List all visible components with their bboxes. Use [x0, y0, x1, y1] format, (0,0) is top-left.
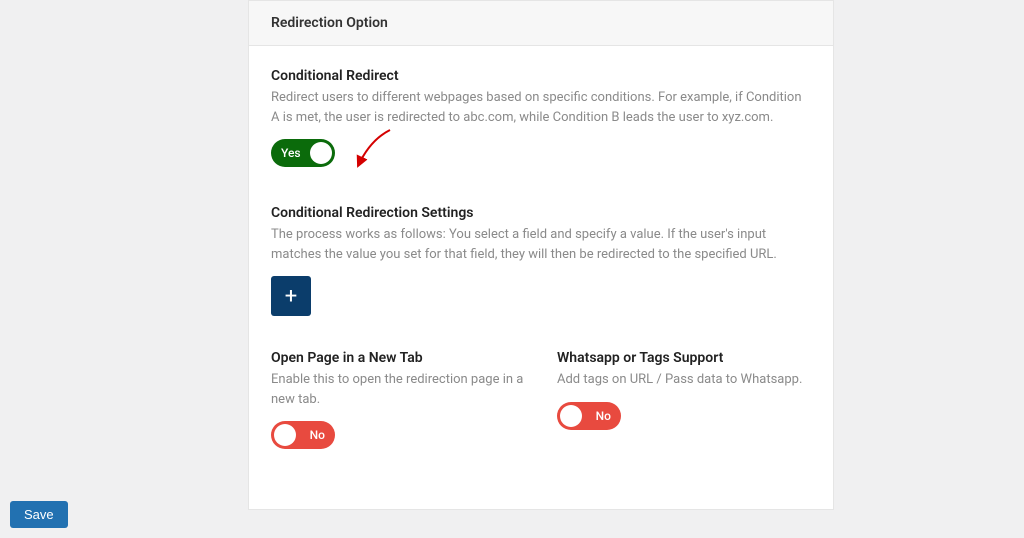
setting-desc: The process works as follows: You select… — [271, 225, 811, 264]
toggle-label: No — [310, 428, 325, 442]
toggle-whatsapp-tags[interactable]: No — [557, 402, 621, 430]
section-header: Redirection Option — [249, 1, 833, 46]
toggle-open-new-tab[interactable]: No — [271, 421, 335, 449]
toggle-label: No — [596, 409, 611, 423]
setting-conditional-redirect: Conditional Redirect Redirect users to d… — [271, 68, 811, 171]
toggle-label: Yes — [281, 146, 301, 160]
section-title: Redirection Option — [271, 15, 388, 31]
add-condition-button[interactable]: + — [271, 276, 311, 316]
setting-conditional-settings: Conditional Redirection Settings The pro… — [271, 205, 811, 316]
setting-title: Whatsapp or Tags Support — [557, 350, 811, 366]
setting-whatsapp-tags: Whatsapp or Tags Support Add tags on URL… — [557, 350, 811, 453]
toggle-knob — [274, 424, 296, 446]
setting-title: Conditional Redirection Settings — [271, 205, 811, 221]
toggle-knob — [310, 142, 332, 164]
setting-desc: Add tags on URL / Pass data to Whatsapp. — [557, 370, 811, 390]
toggle-conditional-redirect[interactable]: Yes — [271, 139, 335, 167]
setting-title: Open Page in a New Tab — [271, 350, 525, 366]
setting-desc: Redirect users to different webpages bas… — [271, 88, 811, 127]
section-content: Conditional Redirect Redirect users to d… — [249, 46, 833, 509]
two-column-row: Open Page in a New Tab Enable this to op… — [271, 350, 811, 487]
toggle-knob — [560, 405, 582, 427]
setting-desc: Enable this to open the redirection page… — [271, 370, 525, 409]
save-button-label: Save — [24, 507, 54, 522]
save-button[interactable]: Save — [10, 501, 68, 528]
plus-icon: + — [285, 284, 297, 309]
settings-panel: Redirection Option Conditional Redirect … — [248, 0, 834, 510]
setting-title: Conditional Redirect — [271, 68, 811, 84]
setting-open-new-tab: Open Page in a New Tab Enable this to op… — [271, 350, 525, 453]
